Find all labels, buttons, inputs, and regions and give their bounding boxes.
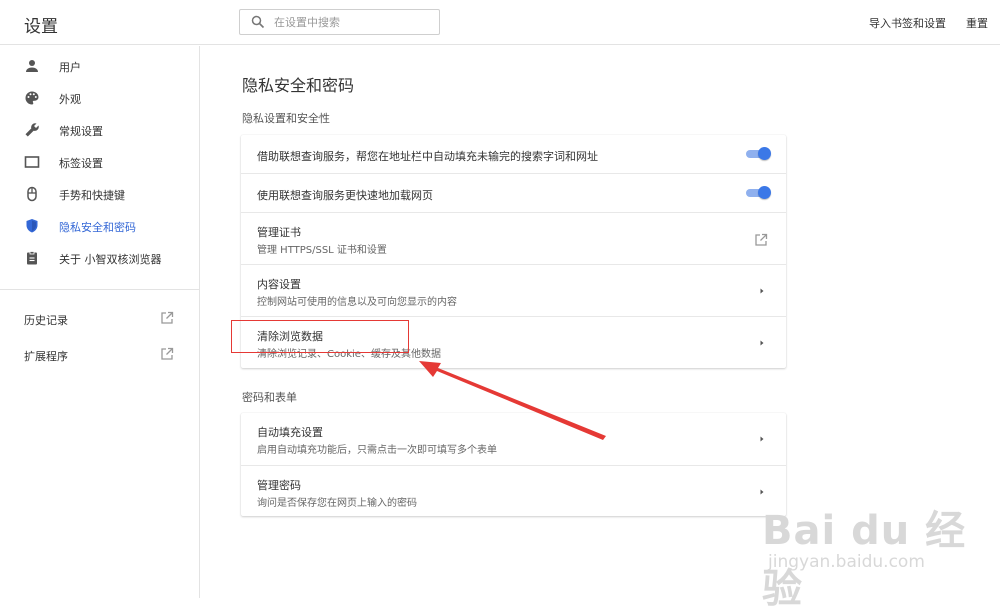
passwords-card: 自动填充设置 启用自动填充功能后，只需点击一次即可填写多个表单 管理密码 询问是… [241,413,786,516]
row-primary-text: 自动填充设置 [257,426,323,439]
sidebar-item-label: 常规设置 [59,125,103,138]
sidebar-item-tabs[interactable]: 标签设置 [0,146,199,178]
palette-icon [25,91,39,105]
toggle-knob [758,147,771,160]
watermark-url: jingyan.baidu.com [768,552,925,572]
row-primary-text: 内容设置 [257,278,301,291]
sidebar-item-label: 隐私安全和密码 [59,221,136,234]
search-input[interactable] [274,13,434,31]
toggle-switch[interactable] [746,147,771,160]
chevron-right-icon [760,436,764,442]
row-content-settings[interactable]: 内容设置 控制网站可使用的信息以及可向您显示的内容 [241,264,786,316]
person-icon [26,60,38,72]
chevron-right-icon [760,340,764,346]
import-bookmarks-link[interactable]: 导入书签和设置 [869,15,946,31]
reset-link[interactable]: 重置 [966,15,988,31]
wrench-icon [25,123,39,137]
external-link-icon [161,347,174,360]
sidebar-item-general[interactable]: 常规设置 [0,114,199,146]
toggle-switch[interactable] [746,186,771,199]
tab-icon [24,156,40,168]
chevron-right-icon [760,288,764,294]
section-title-passwords: 密码和表单 [242,391,297,404]
row-primary-text: 借助联想查询服务，帮您在地址栏中自动填充未输完的搜索字词和网址 [257,150,598,163]
sidebar-divider [0,289,199,290]
row-secondary-text: 清除浏览记录、Cookie、缓存及其他数据 [257,349,441,360]
chevron-right-icon [760,489,764,495]
top-bar: 设置 导入书签和设置 重置 [0,0,1000,45]
sidebar-item-user[interactable]: 用户 [0,50,199,82]
row-autocomplete-suggestions[interactable]: 借助联想查询服务，帮您在地址栏中自动填充未输完的搜索字词和网址 [241,135,786,173]
row-clear-browsing-data[interactable]: 清除浏览数据 清除浏览记录、Cookie、缓存及其他数据 [241,316,786,368]
sidebar-link-label: 历史记录 [24,314,68,327]
row-preload-pages[interactable]: 使用联想查询服务更快速地加载网页 [241,173,786,212]
clipboard-icon [27,251,37,265]
toggle-knob [758,186,771,199]
sidebar-item-label: 手势和快捷键 [59,189,125,202]
page-title: 隐私安全和密码 [242,76,355,95]
row-primary-text: 使用联想查询服务更快速地加载网页 [257,189,433,202]
shield-icon [26,219,38,233]
row-manage-passwords[interactable]: 管理密码 询问是否保存您在网页上输入的密码 [241,465,786,516]
privacy-card: 借助联想查询服务，帮您在地址栏中自动填充未输完的搜索字词和网址 使用联想查询服务… [241,135,786,368]
row-manage-certificates[interactable]: 管理证书 管理 HTTPS/SSL 证书和设置 [241,212,786,264]
sidebar-item-privacy[interactable]: 隐私安全和密码 [0,210,199,242]
row-secondary-text: 控制网站可使用的信息以及可向您显示的内容 [257,297,457,308]
search-icon [251,15,265,29]
sidebar-item-label: 标签设置 [59,157,103,170]
row-secondary-text: 询问是否保存您在网页上输入的密码 [257,498,417,509]
sidebar-item-gestures[interactable]: 手势和快捷键 [0,178,199,210]
sidebar-item-about[interactable]: 关于 小智双核浏览器 [0,242,199,274]
sidebar-link-extensions[interactable]: 扩展程序 [0,339,199,371]
sidebar-link-label: 扩展程序 [24,350,68,363]
external-link-icon [161,311,174,324]
external-link-icon [755,233,768,246]
sidebar-item-label: 关于 小智双核浏览器 [59,253,162,266]
sidebar-item-label: 外观 [59,93,81,106]
row-primary-text: 管理密码 [257,479,301,492]
sidebar-link-history[interactable]: 历史记录 [0,303,199,335]
row-primary-text: 管理证书 [257,226,301,239]
row-autofill-settings[interactable]: 自动填充设置 启用自动填充功能后，只需点击一次即可填写多个表单 [241,413,786,465]
search-box[interactable] [239,9,440,35]
row-secondary-text: 管理 HTTPS/SSL 证书和设置 [257,245,387,256]
row-secondary-text: 启用自动填充功能后，只需点击一次即可填写多个表单 [257,445,497,456]
app-title: 设置 [24,17,58,37]
sidebar-item-label: 用户 [59,61,81,74]
mouse-icon [27,186,37,202]
row-primary-text: 清除浏览数据 [257,330,323,343]
watermark-logo-text: Bai du 经验 [762,508,967,612]
sidebar: 用户 外观 常规设置 标签设置 手势和快捷键 隐私安全和密码 关于 小智双核浏览… [0,46,200,598]
sidebar-item-appearance[interactable]: 外观 [0,82,199,114]
section-title-privacy: 隐私设置和安全性 [242,112,330,125]
